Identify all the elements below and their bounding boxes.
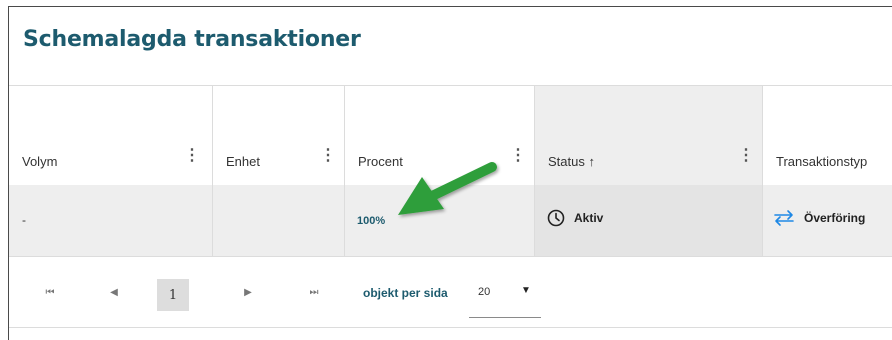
procent-value: 100%: [357, 215, 386, 227]
annotation-arrow-icon: [398, 162, 497, 215]
cell-volym: -: [9, 185, 213, 256]
column-menu-icon[interactable]: ⋮: [510, 148, 526, 164]
items-per-page-value: 20: [478, 286, 491, 298]
cell-transaktionstyp: Överföring: [763, 185, 892, 256]
column-header-transaktionstyp[interactable]: Transaktionstyp: [763, 86, 892, 186]
cell-status: Aktiv: [535, 185, 763, 256]
column-menu-icon[interactable]: ⋮: [738, 148, 754, 164]
transaktionstyp-value: Överföring: [804, 211, 866, 225]
volym-value: -: [22, 213, 26, 227]
next-page-button[interactable]: ▶: [233, 257, 263, 327]
column-menu-icon[interactable]: ⋮: [320, 148, 336, 164]
clock-icon: [547, 209, 565, 227]
items-per-page-label: objekt per sida: [363, 286, 448, 300]
column-label-enhet: Enhet: [226, 154, 260, 169]
column-header-volym[interactable]: Volym ⋮: [9, 86, 213, 186]
next-page-icon: ▶: [244, 286, 252, 298]
previous-page-button[interactable]: ◀: [99, 257, 129, 327]
column-header-status[interactable]: Status ↑ ⋮: [535, 86, 763, 186]
last-page-icon: ⏭: [309, 286, 319, 298]
column-label-status: Status ↑: [548, 154, 595, 169]
page-1-button[interactable]: 1: [157, 279, 189, 311]
pagination-bar: ⏮ ◀ 1 ▶ ⏭ objekt per sida 20 ▼: [9, 257, 892, 328]
column-menu-icon[interactable]: ⋮: [184, 148, 200, 164]
column-label-transaktionstyp: Transaktionstyp: [776, 154, 868, 169]
column-label-volym: Volym: [22, 154, 58, 169]
first-page-icon: ⏮: [45, 286, 55, 298]
status-value: Aktiv: [574, 211, 604, 225]
column-header-enhet[interactable]: Enhet ⋮: [213, 86, 345, 186]
scheduled-transactions-panel: Schemalagda transaktioner Volym ⋮ Enhet …: [8, 6, 892, 340]
previous-page-icon: ◀: [110, 286, 118, 298]
cell-enhet: [213, 185, 345, 256]
last-page-button[interactable]: ⏭: [299, 257, 329, 327]
page-title: Schemalagda transaktioner: [23, 27, 361, 52]
items-per-page-select[interactable]: 20 ▼: [469, 275, 541, 318]
first-page-button[interactable]: ⏮: [35, 257, 65, 327]
chevron-down-icon: ▼: [521, 285, 531, 296]
transfer-arrows-icon: [774, 210, 794, 226]
